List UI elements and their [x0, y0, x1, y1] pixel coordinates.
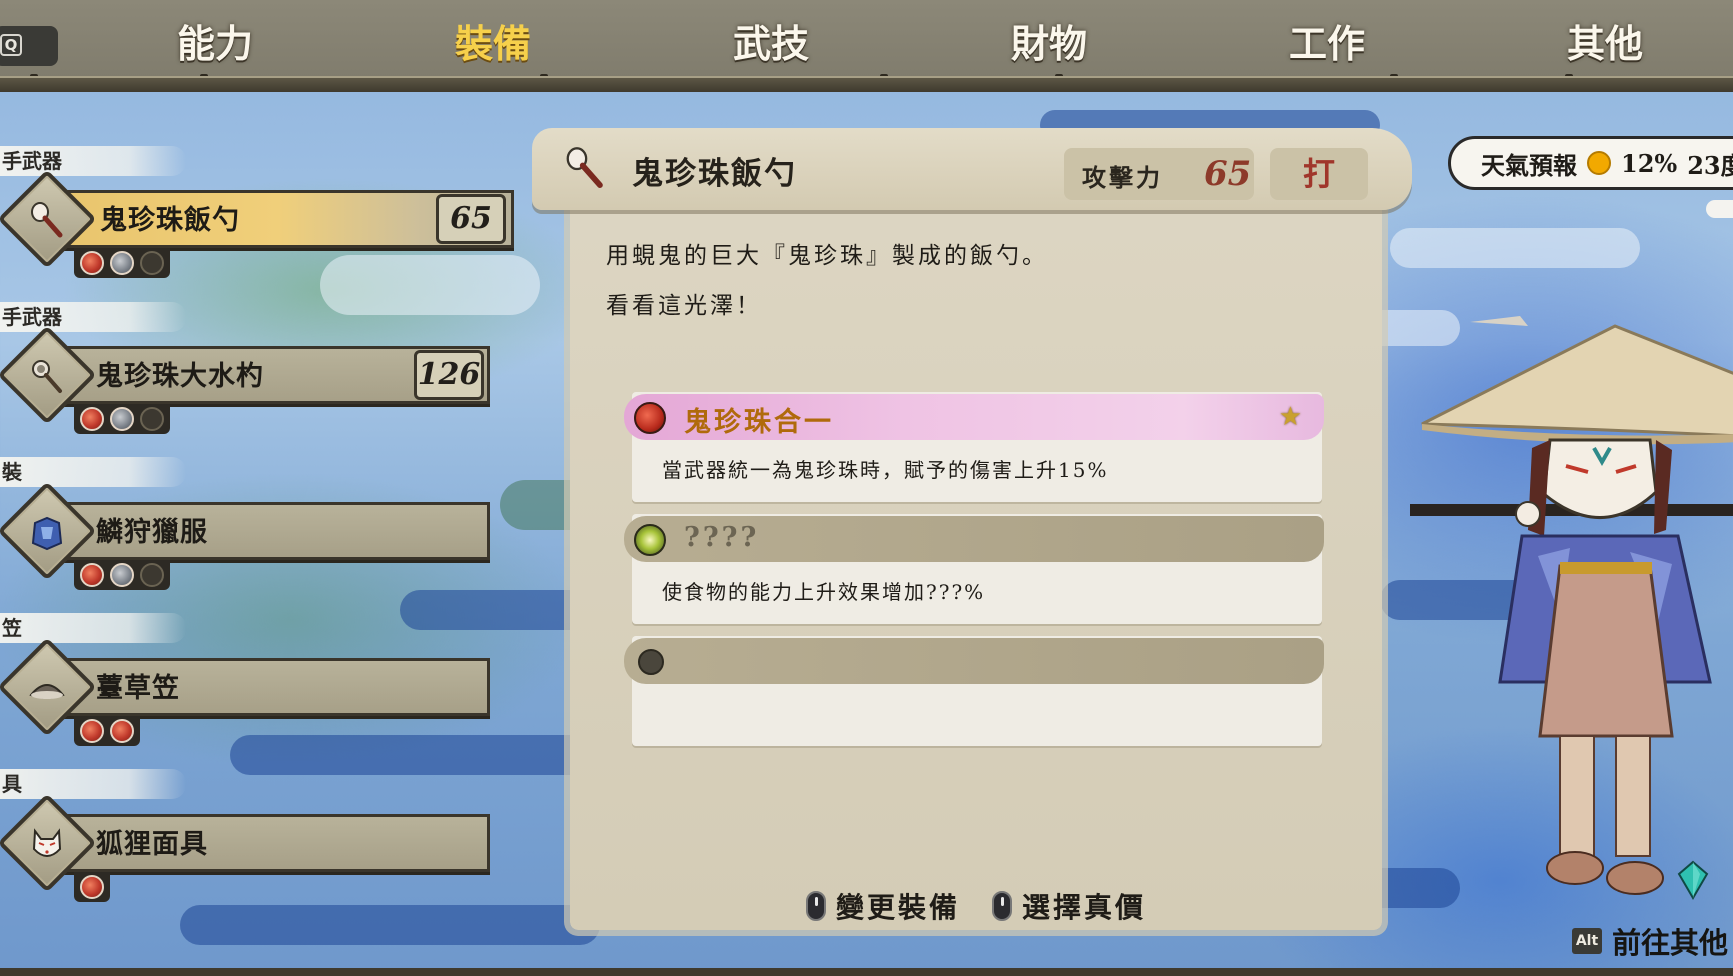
red-orb-icon — [634, 402, 666, 434]
equip-attack-value: 126 — [414, 350, 484, 400]
pole-knot — [1055, 74, 1063, 92]
equipment-slot-clothing[interactable]: 鱗狩獵服 — [0, 481, 520, 592]
mouse-right-icon — [992, 891, 1012, 921]
fox-mask — [1542, 438, 1658, 519]
equip-name: 薹草笠 — [96, 673, 180, 704]
equip-name: 鬼珍珠飯勺 — [100, 205, 240, 236]
water-dipper-icon — [26, 356, 68, 398]
socket-red-icon — [110, 719, 134, 743]
sun-icon — [1587, 151, 1611, 175]
equip-name: 鬼珍珠大水杓 — [96, 361, 264, 392]
armor-icon — [26, 512, 68, 554]
equipment-slot-sub-weapon[interactable]: 鬼珍珠大水杓 126 — [0, 325, 520, 436]
socket-red-icon — [80, 407, 104, 431]
equip-name: 鱗狩獵服 — [96, 517, 208, 548]
skill-header — [624, 638, 1324, 684]
go-to-other-label: 前往其他 — [1612, 926, 1729, 960]
skill-name: 鬼珍珠合一 — [684, 407, 834, 438]
spirit-gem-icon — [1677, 860, 1709, 900]
tab-martial-arts[interactable]: 武技 — [651, 18, 891, 70]
character-preview — [1370, 316, 1733, 936]
decor-band — [1390, 228, 1640, 268]
decor-band — [180, 905, 600, 945]
socket-red-icon — [80, 251, 104, 275]
item-description-line-1: 用蜆鬼的巨大『鬼珍珠』製成的飯勺。 — [606, 243, 1048, 269]
socket-row — [74, 716, 140, 746]
pole-knot — [200, 74, 208, 92]
go-to-other-hint[interactable]: Alt 前往其他 — [1572, 920, 1728, 962]
skill-header: ???? — [624, 516, 1324, 562]
scroll-handle[interactable] — [1706, 200, 1733, 218]
ladle-icon — [26, 200, 68, 242]
mouse-left-icon — [806, 891, 826, 921]
pole-knot — [540, 74, 548, 92]
socket-row — [74, 404, 170, 434]
favorite-star-icon[interactable]: ★ — [1279, 402, 1302, 432]
slot-label-accessory: 具 — [0, 769, 186, 799]
attack-value: 65 — [1204, 154, 1252, 194]
pole-knot — [880, 74, 888, 92]
slot-label-hat: 笠 — [0, 613, 186, 643]
tab-possessions[interactable]: 財物 — [929, 18, 1169, 70]
socket-red-icon — [80, 719, 104, 743]
equip-attack-value: 65 — [436, 194, 506, 244]
select-true-price-label: 選擇真價 — [1022, 891, 1147, 924]
q-key-hint[interactable]: Q — [0, 26, 58, 66]
socket-empty-icon — [140, 563, 164, 587]
pole-knot — [30, 74, 38, 92]
socket-grey-icon — [110, 251, 134, 275]
item-title: 鬼珍珠飯勺 — [632, 156, 797, 192]
socket-grey-icon — [110, 407, 134, 431]
socket-grey-icon — [110, 563, 134, 587]
equipment-slot-main-weapon[interactable]: 鬼珍珠飯勺 65 — [0, 169, 520, 280]
socket-empty-icon — [140, 251, 164, 275]
bottom-rail — [0, 968, 1733, 976]
fox-mask-icon — [26, 824, 68, 866]
skill-header: 鬼珍珠合一 ★ — [624, 394, 1324, 440]
weather-extra: 23度 — [1687, 150, 1733, 180]
socket-empty-icon — [140, 407, 164, 431]
equipment-slot-hat[interactable]: 薹草笠 — [0, 637, 520, 748]
tab-equipment[interactable]: 裝備 — [365, 16, 615, 74]
ladle-icon — [562, 146, 608, 192]
slot-label-main-weapon: 手武器 — [0, 146, 186, 176]
attack-label: 攻擊力 — [1082, 163, 1163, 192]
weather-chance: 12% — [1621, 148, 1678, 178]
tab-work[interactable]: 工作 — [1207, 18, 1447, 70]
pole-knot — [1565, 74, 1573, 92]
change-equipment-hint[interactable]: 變更裝備 — [806, 886, 960, 926]
socket-row — [74, 872, 110, 902]
straw-hat — [1421, 324, 1733, 438]
item-detail-header: 鬼珍珠飯勺 攻擊力 65 打 — [532, 128, 1412, 210]
skill-card[interactable] — [624, 636, 1324, 746]
slot-label-clothing: 裝 — [0, 457, 186, 487]
slot-label-sub-weapon: 手武器 — [0, 302, 186, 332]
select-true-price-hint[interactable]: 選擇真價 — [992, 886, 1146, 926]
weather-forecast: 天氣預報 12% 23度 — [1448, 136, 1733, 190]
socket-red-icon — [80, 563, 104, 587]
alt-key-icon: Alt — [1572, 928, 1602, 954]
item-description-line-2: 看看這光澤！ — [606, 293, 762, 319]
tab-other[interactable]: 其他 — [1485, 18, 1725, 70]
skill-description: 當武器統一為鬼珍珠時，賦予的傷害上升15% — [662, 458, 1109, 482]
socket-red-icon — [80, 875, 104, 899]
weather-label: 天氣預報 — [1481, 150, 1577, 180]
top-tab-bar: Q 能力 裝備 武技 財物 工作 其他 — [0, 0, 1733, 92]
skill-description: 使食物的能力上升效果增加???% — [662, 580, 986, 604]
equipment-slot-accessory[interactable]: 狐狸面具 — [0, 793, 520, 904]
attack-type-badge: 打 — [1270, 148, 1368, 200]
pole-knot — [1390, 74, 1398, 92]
empty-socket-icon — [638, 649, 664, 675]
socket-row — [74, 560, 170, 590]
tab-abilities[interactable]: 能力 — [95, 18, 335, 70]
equip-name: 狐狸面具 — [96, 829, 208, 860]
socket-row — [74, 248, 170, 278]
sparkle-orb-icon — [634, 524, 666, 556]
straw-hat-icon — [26, 668, 68, 710]
skill-card[interactable]: ???? 使食物的能力上升效果增加???% — [624, 514, 1324, 624]
skill-card[interactable]: 鬼珍珠合一 ★ 當武器統一為鬼珍珠時，賦予的傷害上升15% — [624, 392, 1324, 502]
skill-name: ???? — [684, 522, 760, 553]
change-equipment-label: 變更裝備 — [836, 891, 961, 924]
